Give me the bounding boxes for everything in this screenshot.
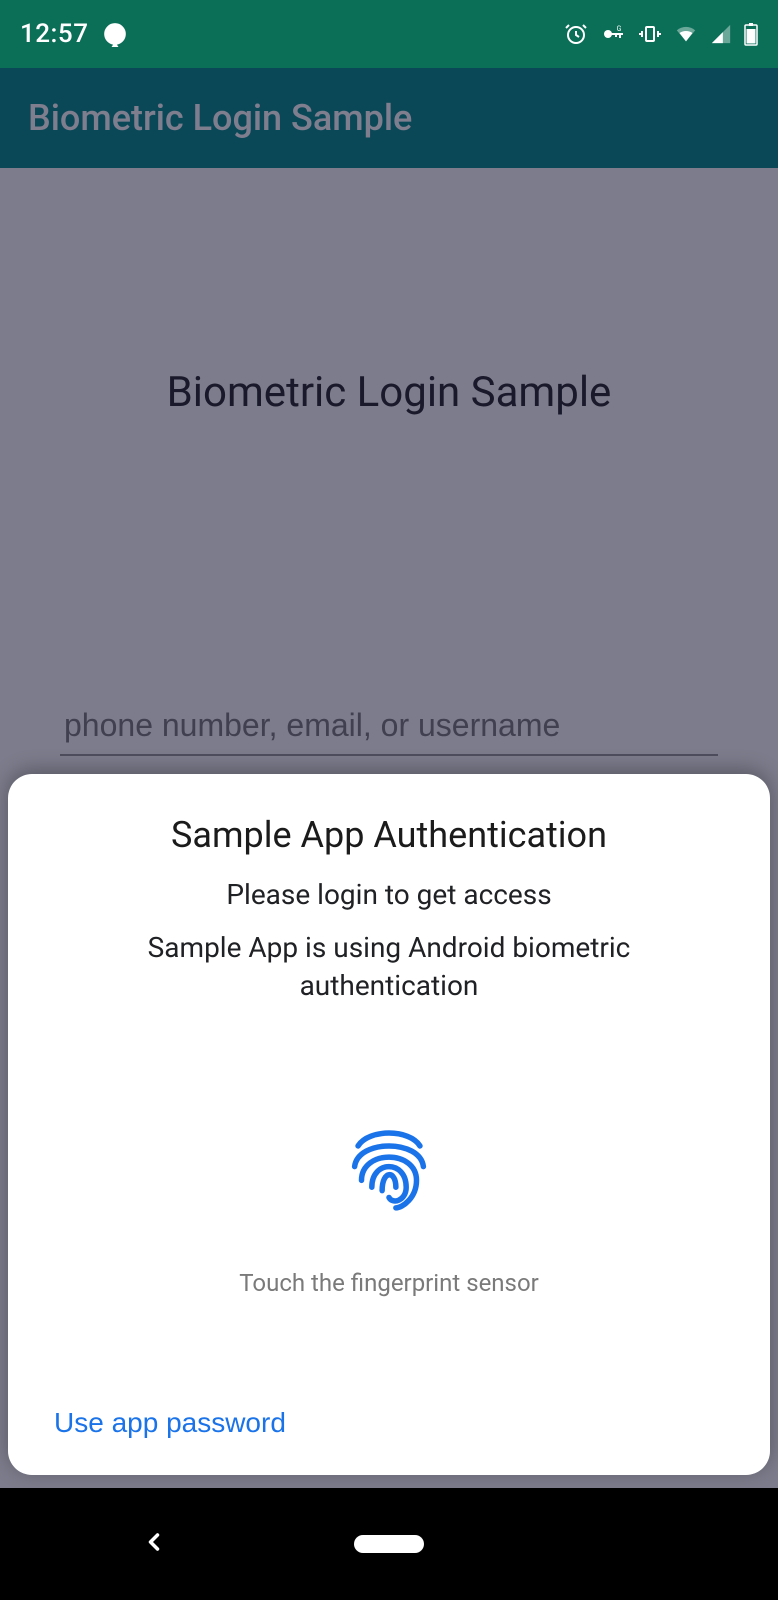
cell-signal-icon [710, 23, 732, 45]
wifi-icon [674, 23, 698, 45]
status-bar-left: 12:57 @ [20, 19, 128, 49]
svg-text:G: G [617, 25, 622, 33]
fingerprint-icon [334, 1115, 444, 1229]
status-bar: 12:57 @ G [0, 0, 778, 68]
dialog-subtitle: Please login to get access [226, 878, 551, 911]
biometric-dialog: Sample App Authentication Please login t… [8, 774, 770, 1475]
dialog-title: Sample App Authentication [171, 814, 607, 856]
vpn-key-icon: G [600, 22, 626, 46]
status-time: 12:57 [20, 19, 88, 49]
back-icon[interactable] [140, 1528, 168, 1560]
navigation-bar [0, 1488, 778, 1600]
svg-text:@: @ [109, 26, 122, 41]
battery-icon [744, 22, 758, 46]
vibrate-icon [638, 22, 662, 46]
alarm-icon [564, 22, 588, 46]
at-badge-icon: @ [102, 21, 128, 47]
status-bar-right: G [564, 22, 758, 46]
sensor-hint: Touch the fingerprint sensor [239, 1269, 539, 1297]
home-pill[interactable] [354, 1535, 424, 1553]
dialog-description: Sample App is using Android biometric au… [79, 929, 699, 1005]
use-password-button[interactable]: Use app password [54, 1407, 286, 1439]
